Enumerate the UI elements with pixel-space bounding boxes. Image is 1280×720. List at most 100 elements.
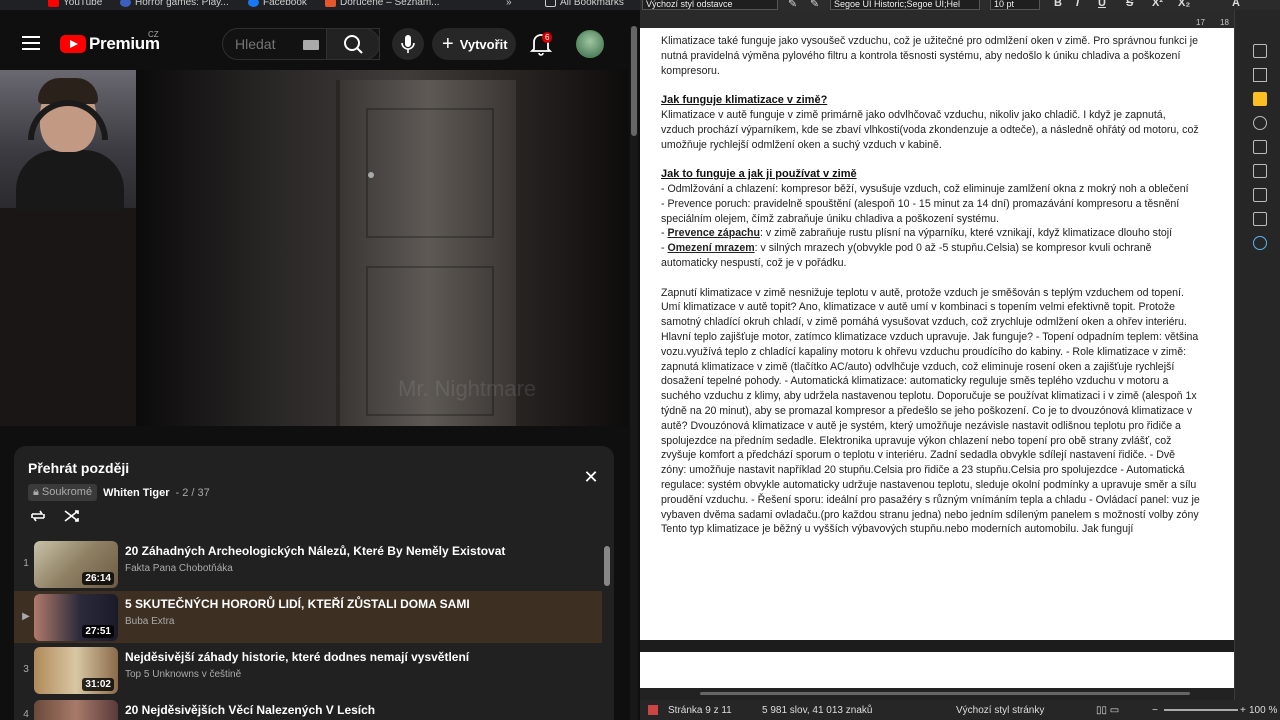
- zoom-in-icon[interactable]: +: [1240, 705, 1246, 716]
- horizontal-scrollbar-thumb[interactable]: [700, 692, 1190, 695]
- style-icon[interactable]: ✎: [788, 0, 797, 10]
- save-status-icon[interactable]: [648, 705, 658, 715]
- keyboard-icon[interactable]: [303, 40, 319, 50]
- page-icon[interactable]: [1253, 140, 1267, 154]
- microphone-icon: [401, 35, 415, 53]
- privacy-badge: 🔒︎ Soukromé: [28, 484, 98, 501]
- playlist-item-current[interactable]: ▶ 27:51 5 SKUTEČNÝCH HORORŮ LIDÍ, KTEŘÍ …: [14, 591, 602, 643]
- manage-changes-icon[interactable]: [1253, 188, 1267, 202]
- playlist-item[interactable]: 4 20 Nejděsivějších Věcí Nalezených V Le…: [14, 697, 602, 720]
- zoom-slider[interactable]: [1164, 709, 1238, 711]
- close-icon[interactable]: ✕: [582, 468, 600, 486]
- bookmark-seznam[interactable]: Doručené – Seznam...: [325, 0, 440, 8]
- loop-icon[interactable]: [28, 506, 48, 526]
- document-text[interactable]: Klimatizace také funguje jako vysoušeč v…: [661, 34, 1201, 552]
- view-layout-icon[interactable]: ▯▯ ▭: [1096, 705, 1119, 716]
- region-code: CZ: [148, 30, 159, 39]
- channel-name: Buba Extra: [125, 616, 175, 627]
- font-name-select[interactable]: Segoe UI Historic;Segoe UI;Hel: [830, 0, 980, 10]
- list-item: - Prevence zápachu: v zimě zabraňuje rus…: [661, 227, 1173, 240]
- youtube-logo[interactable]: Premium CZ: [60, 30, 160, 54]
- page-scrollbar-thumb[interactable]: [631, 26, 637, 136]
- page-scrollbar[interactable]: [630, 26, 638, 720]
- playlist-scrollbar[interactable]: [604, 546, 610, 586]
- video-player[interactable]: Mr. Nightmare: [0, 70, 628, 426]
- avatar[interactable]: [576, 30, 604, 58]
- page-count[interactable]: Stránka 9 z 11: [668, 705, 732, 716]
- youtube-header: Premium CZ + Vytvořit 6: [0, 10, 640, 70]
- video-thumbnail: [34, 700, 118, 720]
- menu-icon[interactable]: [22, 36, 40, 50]
- playlist-meta: 🔒︎ Soukromé Whiten Tiger - 2 / 37: [28, 484, 210, 501]
- styles-icon[interactable]: [1253, 68, 1267, 82]
- strikethrough-button[interactable]: S: [1126, 0, 1133, 9]
- next-page[interactable]: [640, 652, 1234, 688]
- globe-icon: [120, 0, 131, 7]
- video-watermark: Mr. Nightmare: [398, 376, 537, 401]
- search-icon: [344, 35, 363, 54]
- document-page[interactable]: Klimatizace také funguje jako vysoušeč v…: [640, 28, 1234, 640]
- video-thumbnail: 31:02: [34, 647, 118, 694]
- seznam-icon: [325, 0, 336, 7]
- paragraph: Zapnutí klimatizace v zimě nesnižuje tep…: [661, 286, 1200, 536]
- playlist-item[interactable]: 3 31:02 Nejděsivější záhady historie, kt…: [14, 644, 602, 696]
- voice-search-button[interactable]: [392, 28, 424, 60]
- all-bookmarks[interactable]: All Bookmarks: [545, 0, 624, 8]
- navigator-icon[interactable]: [1253, 116, 1267, 130]
- list-item: - Prevence poruch: pravidelně spouštění …: [661, 197, 1180, 225]
- shuffle-icon[interactable]: [62, 506, 82, 526]
- playlist-title[interactable]: Přehrát později: [28, 460, 129, 476]
- zoom-out-icon[interactable]: −: [1152, 705, 1158, 716]
- paragraph: Klimatizace také funguje jako vysoušeč v…: [661, 35, 1199, 77]
- bookmarks-overflow[interactable]: »: [506, 0, 512, 8]
- paragraph-style-select[interactable]: Výchozí styl odstavce: [642, 0, 778, 10]
- video-title: 5 SKUTEČNÝCH HORORŮ LIDÍ, KTEŘÍ ZŮSTALI …: [125, 597, 470, 611]
- zoom-level[interactable]: 100 %: [1249, 705, 1277, 716]
- plus-icon: +: [442, 33, 454, 55]
- bookmark-youtube[interactable]: YouTube: [48, 0, 102, 8]
- paragraph: Klimatizace v autě funguje v zimě primár…: [661, 108, 1199, 151]
- font-size-select[interactable]: 10 pt: [990, 0, 1040, 10]
- youtube-icon: [48, 0, 59, 7]
- subscript-button[interactable]: X₂: [1178, 0, 1190, 9]
- playlist-panel: Přehrát později ✕ 🔒︎ Soukromé Whiten Tig…: [14, 446, 614, 720]
- create-button[interactable]: + Vytvořit: [432, 28, 516, 60]
- now-playing-icon: ▶: [22, 611, 30, 622]
- find-icon[interactable]: [1253, 236, 1267, 250]
- bookmarks-bar: YouTube Horror games: Play... Facebook D…: [0, 0, 640, 10]
- bookmark-horror-games[interactable]: Horror games: Play...: [120, 0, 229, 8]
- facebook-icon: [248, 0, 259, 7]
- channel-name: Fakta Pana Chobotňáka: [125, 563, 233, 574]
- style-inspector-icon[interactable]: [1253, 164, 1267, 178]
- playlist-position: - 2 / 37: [175, 486, 210, 499]
- search-button[interactable]: [326, 28, 380, 60]
- underline-button[interactable]: U: [1098, 0, 1106, 9]
- font-color-button[interactable]: A: [1232, 0, 1240, 9]
- video-frame: [136, 70, 628, 426]
- playlist-controls: [28, 506, 82, 526]
- channel-name: Top 5 Unknowns v češtině: [125, 669, 242, 680]
- gallery-icon[interactable]: [1253, 92, 1267, 106]
- lock-icon: 🔒︎: [33, 486, 39, 498]
- design-icon[interactable]: [1253, 212, 1267, 226]
- style-icon-2[interactable]: ✎: [810, 0, 819, 10]
- door-knob: [368, 172, 374, 178]
- playlist-owner[interactable]: Whiten Tiger: [103, 487, 169, 499]
- page-style[interactable]: Výchozí styl stránky: [956, 705, 1044, 716]
- playlist-item[interactable]: 1 26:14 20 Záhadných Archeologických Nál…: [14, 538, 602, 590]
- video-title: 20 Záhadných Archeologických Nálezů, Kte…: [125, 544, 506, 558]
- horizontal-scrollbar[interactable]: [640, 688, 1234, 700]
- italic-button[interactable]: I: [1076, 0, 1079, 9]
- bookmark-facebook[interactable]: Facebook: [248, 0, 307, 8]
- word-count[interactable]: 5 981 slov, 41 013 znaků: [762, 705, 872, 716]
- video-thumbnail: 27:51: [34, 594, 118, 641]
- create-label: Vytvořit: [459, 36, 508, 52]
- video-door: [336, 80, 516, 426]
- list-item: - Omezení mrazem: v silných mrazech y(ob…: [661, 242, 1152, 269]
- bold-button[interactable]: B: [1054, 0, 1062, 9]
- sidebar-deck: [1234, 10, 1280, 700]
- properties-icon[interactable]: [1253, 44, 1267, 58]
- search-input[interactable]: [235, 36, 305, 52]
- superscript-button[interactable]: X²: [1152, 0, 1163, 9]
- ruler[interactable]: 17 18: [640, 10, 1236, 28]
